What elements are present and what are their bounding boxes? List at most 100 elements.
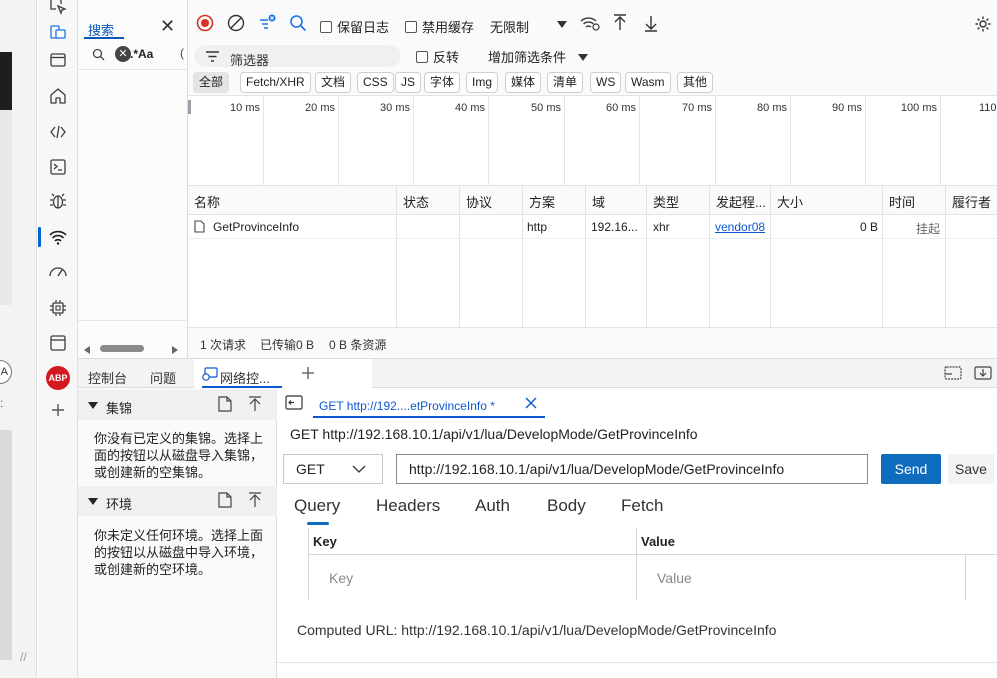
- column-divider: [522, 186, 523, 328]
- new-file-icon[interactable]: [218, 396, 232, 412]
- filter-input[interactable]: 筛选器: [194, 45, 401, 68]
- column-header-domain[interactable]: 域: [586, 186, 648, 215]
- column-header-scheme[interactable]: 方案: [523, 186, 585, 215]
- gear-icon[interactable]: [974, 15, 992, 33]
- page-circle-button[interactable]: A: [0, 360, 12, 384]
- tab-fetch[interactable]: Fetch: [621, 496, 664, 516]
- console-icon[interactable]: [44, 153, 72, 181]
- search-scrollbar[interactable]: [78, 320, 188, 358]
- type-filter-doc[interactable]: 文档: [315, 72, 352, 93]
- search-input-row[interactable]: ✕ .*Aa (: [78, 42, 188, 70]
- type-filter-other[interactable]: 其他: [677, 72, 714, 93]
- url-input[interactable]: http://192.168.10.1/api/v1/lua/DevelopMo…: [396, 454, 868, 484]
- request-title: GET http://192.168.10.1/api/v1/lua/Devel…: [290, 426, 698, 442]
- column-header-protocol[interactable]: 协议: [460, 186, 522, 215]
- scroll-right-icon[interactable]: [172, 346, 178, 354]
- tab-auth[interactable]: Auth: [475, 496, 510, 516]
- tab-network-console[interactable]: 网络控...: [220, 368, 270, 387]
- type-filter-media[interactable]: 媒体: [505, 72, 542, 93]
- timeline-tick-label: 10 ms: [230, 102, 260, 114]
- disable-cache-checkbox[interactable]: 禁用缓存: [405, 17, 474, 36]
- memory-chip-icon[interactable]: [44, 294, 72, 322]
- inspect-icon[interactable]: [44, 0, 72, 20]
- column-header-time[interactable]: 时间: [883, 186, 945, 215]
- type-filter-img[interactable]: Img: [466, 72, 499, 93]
- search-icon[interactable]: [289, 14, 307, 32]
- export-icon[interactable]: [643, 14, 659, 32]
- kv-border: [965, 554, 966, 600]
- record-icon[interactable]: [196, 14, 214, 32]
- chevron-down-icon[interactable]: [557, 21, 567, 28]
- column-header-type[interactable]: 类型: [647, 186, 709, 215]
- device-toolbar-icon[interactable]: [44, 18, 72, 46]
- type-filter-font[interactable]: 字体: [424, 72, 461, 93]
- type-filter-manifest[interactable]: 清单: [547, 72, 584, 93]
- close-icon[interactable]: ✕: [160, 16, 175, 37]
- request-name[interactable]: GetProvinceInfo: [213, 220, 393, 234]
- filter-clear-icon[interactable]: [258, 14, 276, 32]
- send-button[interactable]: Send: [881, 454, 941, 484]
- column-header-name[interactable]: 名称: [188, 186, 396, 215]
- tab-console[interactable]: 控制台: [88, 368, 127, 387]
- type-filter-js[interactable]: JS: [395, 72, 422, 93]
- scroll-thumb[interactable]: [100, 345, 144, 352]
- throttle-select[interactable]: 无限制: [490, 17, 529, 36]
- preserve-log-checkbox[interactable]: 保留日志: [320, 17, 389, 36]
- resize-grip-icon[interactable]: //: [20, 650, 27, 664]
- clear-icon[interactable]: [227, 14, 245, 32]
- type-filter-fetch-xhr[interactable]: Fetch/XHR: [240, 72, 311, 93]
- environments-section-header[interactable]: 环境: [78, 486, 277, 516]
- timeline-start-handle[interactable]: [188, 100, 191, 114]
- application-icon[interactable]: [44, 329, 72, 357]
- collapse-drawer-icon[interactable]: [974, 365, 992, 381]
- tab-body[interactable]: Body: [547, 496, 586, 516]
- adblock-icon[interactable]: ABP: [44, 364, 72, 392]
- request-table: 名称 状态 协议 方案 域 类型 发起程... 大小 时间 履行者 GetPro…: [188, 186, 997, 328]
- search-regex-case-options[interactable]: .*Aa: [130, 47, 153, 61]
- kv-border: [636, 528, 637, 600]
- import-icon[interactable]: [612, 14, 628, 32]
- network-conditions-icon[interactable]: [580, 14, 600, 32]
- kv-key-input[interactable]: Key: [329, 570, 353, 586]
- column-header-size[interactable]: 大小: [771, 186, 882, 215]
- tab-headers[interactable]: Headers: [376, 496, 440, 516]
- type-filter-wasm[interactable]: Wasm: [625, 72, 671, 93]
- kv-border: [308, 554, 997, 555]
- close-tab-icon[interactable]: [524, 396, 538, 410]
- method-select[interactable]: GET: [283, 454, 383, 484]
- add-tool-icon[interactable]: [44, 396, 72, 424]
- tab-issues[interactable]: 问题: [150, 368, 176, 387]
- add-tab-icon[interactable]: [300, 365, 316, 381]
- collections-section-header[interactable]: 集锦: [78, 390, 277, 420]
- clear-search-icon[interactable]: ✕: [115, 46, 131, 62]
- performance-icon[interactable]: [44, 258, 72, 286]
- type-filter-ws[interactable]: WS: [590, 72, 622, 93]
- toggle-sidebar-icon[interactable]: [285, 395, 303, 410]
- collections-sidebar: 集锦 你没有已定义的集锦。选择上面的按钮以从磁盘导入集锦，或创建新的空集锦。 环…: [20, 388, 277, 678]
- column-header-initiator[interactable]: 发起程...: [710, 186, 770, 215]
- search-tab-underline: [84, 37, 124, 39]
- bug-icon[interactable]: [44, 187, 72, 215]
- elements-icon[interactable]: [44, 118, 72, 146]
- chevron-down-icon[interactable]: [578, 54, 588, 61]
- scroll-left-icon[interactable]: [84, 346, 90, 354]
- home-icon[interactable]: [44, 82, 72, 110]
- invert-checkbox[interactable]: 反转: [416, 47, 459, 66]
- kv-value-input[interactable]: Value: [657, 570, 692, 586]
- timeline-overview[interactable]: 10 ms 20 ms 30 ms 40 ms 50 ms 60 ms 70 m…: [188, 96, 997, 186]
- more-filters-button[interactable]: 增加筛选条件: [488, 47, 566, 66]
- column-header-status[interactable]: 状态: [397, 186, 459, 215]
- network-icon[interactable]: [38, 223, 72, 251]
- request-initiator-link[interactable]: vendor08: [715, 220, 770, 234]
- window-icon[interactable]: [44, 46, 72, 74]
- import-icon[interactable]: [248, 492, 262, 508]
- type-filter-css[interactable]: CSS: [357, 72, 394, 93]
- request-tab-label: GET http://192....etProvinceInfo *: [319, 399, 495, 413]
- tab-query[interactable]: Query: [294, 496, 340, 516]
- dock-side-icon[interactable]: [944, 365, 962, 381]
- save-button[interactable]: Save: [948, 454, 994, 484]
- import-icon[interactable]: [248, 396, 262, 412]
- column-header-fulfilled-by[interactable]: 履行者: [946, 186, 997, 215]
- new-file-icon[interactable]: [218, 492, 232, 508]
- type-filter-all[interactable]: 全部: [193, 72, 230, 93]
